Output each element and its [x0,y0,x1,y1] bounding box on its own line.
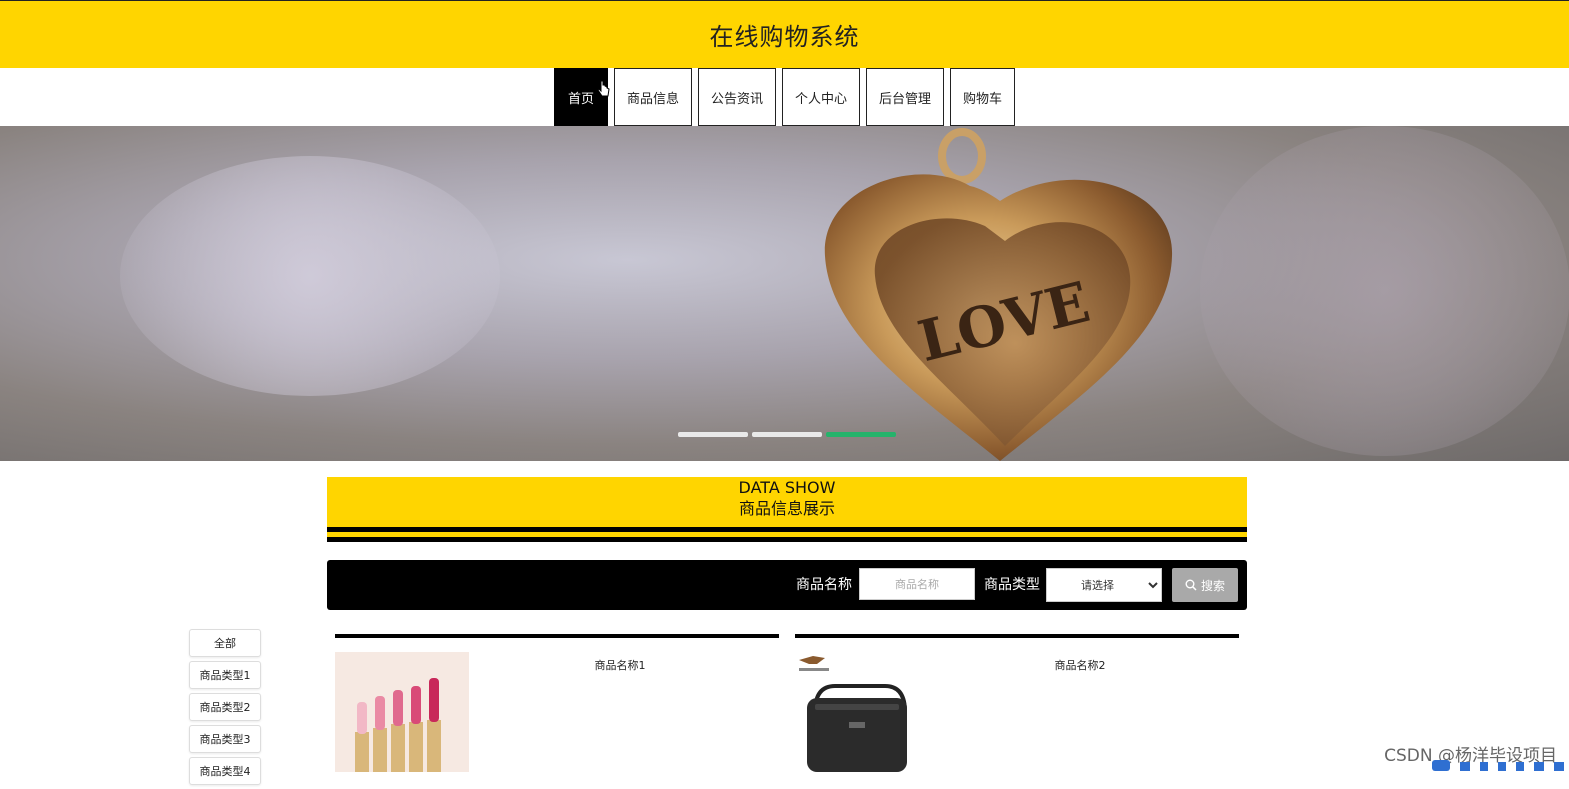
site-title: 在线购物系统 [709,23,860,51]
nav-item-news[interactable]: 公告资讯 [697,68,776,126]
category-type-2[interactable]: 商品类型2 [189,693,261,721]
product-name-label: 商品名称 [796,577,852,593]
product-image-bag[interactable] [795,652,929,772]
site-header: 在线购物系统 [0,0,1569,68]
product-name[interactable]: 商品名称2 [975,657,1185,673]
banner-bokeh [120,156,500,396]
category-type-1[interactable]: 商品类型1 [189,661,261,689]
hand-cursor-icon [597,80,610,97]
nav-item-admin[interactable]: 后台管理 [866,68,945,126]
card-top-bar [795,634,1239,638]
product-card[interactable]: 商品名称1 [335,634,779,774]
search-button-label: 搜索 [1200,578,1225,593]
lipstick-image [335,652,469,772]
product-card[interactable]: 商品名称2 [795,634,1239,774]
product-image-lipstick[interactable] [335,652,469,772]
nav-item-products[interactable]: 商品信息 [613,68,692,126]
product-name[interactable]: 商品名称1 [515,657,725,673]
shoulder-bag-image [795,652,929,772]
nav-item-profile[interactable]: 个人中心 [781,68,860,126]
section-title-cn: 商品信息展示 [738,499,835,518]
heart-locket-image: LOVE [824,128,1173,461]
banner-pagination [678,432,896,437]
banner-bokeh [1200,126,1569,456]
category-type-4[interactable]: 商品类型4 [189,757,261,785]
product-type-select[interactable]: 请选择 [1046,568,1162,602]
section-stripe [327,537,1247,542]
product-type-label: 商品类型 [984,577,1040,593]
product-name-input[interactable] [859,568,975,600]
category-all[interactable]: 全部 [189,629,261,657]
category-sidebar: 全部 商品类型1 商品类型2 商品类型3 商品类型4 [189,629,261,789]
category-type-3[interactable]: 商品类型3 [189,725,261,753]
section-title-en: DATA SHOW [738,478,836,497]
search-icon [1185,579,1197,591]
search-bar: 商品名称 商品类型 请选择 搜索 [327,560,1247,610]
hero-banner[interactable]: LOVE [0,126,1569,461]
section-header: DATA SHOW 商品信息展示 [327,477,1247,527]
input-method-toolbar-icon [1432,760,1564,771]
banner-dot-1[interactable] [678,432,748,437]
card-top-bar [335,634,779,638]
nav-item-cart[interactable]: 购物车 [950,68,1016,126]
banner-dot-3[interactable] [826,432,896,437]
search-button[interactable]: 搜索 [1172,568,1238,602]
main-nav: 首页 商品信息 公告资讯 个人中心 后台管理 购物车 [0,68,1569,126]
banner-dot-2[interactable] [752,432,822,437]
